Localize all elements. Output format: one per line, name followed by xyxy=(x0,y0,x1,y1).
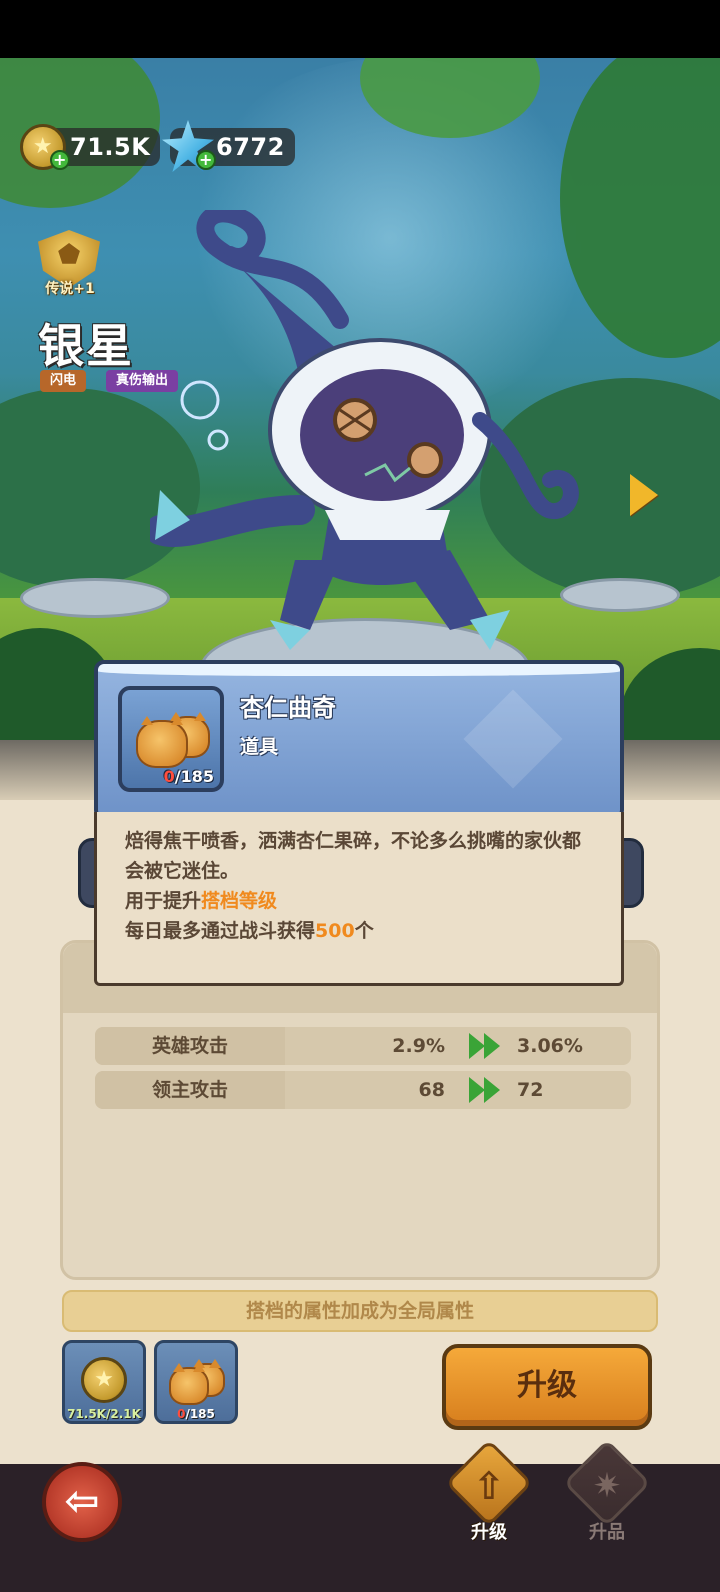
stat-current-value: 2.9% xyxy=(392,1035,445,1057)
stat-row: 英雄攻击 2.9% 3.06% xyxy=(95,1027,631,1065)
cookie-cost-text: 0/185 xyxy=(157,1407,235,1421)
item-frame: 0/185 xyxy=(118,686,224,792)
upgrade-arrow-icon: ⇧ xyxy=(473,1464,505,1508)
double-arrow-icon xyxy=(469,1077,503,1103)
stat-name: 英雄攻击 xyxy=(95,1027,285,1065)
nav-upgrade-label: 升级 xyxy=(471,1522,507,1543)
nav-upgrade[interactable]: ⇧ 升级 xyxy=(444,1439,534,1562)
plus-icon[interactable]: + xyxy=(196,150,216,170)
limit-prefix: 每日最多通过战斗获得 xyxy=(125,920,316,942)
crystal-currency[interactable]: + 6772 xyxy=(162,120,295,172)
gold-currency[interactable]: + 71.5K xyxy=(20,124,161,170)
item-name: 杏仁曲奇 xyxy=(240,694,336,722)
gold-cost-slot[interactable]: 71.5K/2.1K xyxy=(62,1340,146,1424)
usage-prefix: 用于提升 xyxy=(125,890,202,912)
item-tooltip[interactable]: 0/185 杏仁曲奇 道具 焙得焦干喷香，洒满杏仁果碎，不论多么挑嘴的家伙都会被… xyxy=(94,660,624,986)
nav-rankup[interactable]: ✷ 升品 xyxy=(562,1439,652,1562)
usage-highlight: 搭档等级 xyxy=(201,890,278,912)
stat-name: 领主攻击 xyxy=(95,1071,285,1109)
upgrade-button[interactable]: 升级 xyxy=(442,1344,652,1430)
stat-next-value: 72 xyxy=(517,1079,544,1101)
back-arrow-icon[interactable] xyxy=(42,1462,122,1542)
item-count: 0/185 xyxy=(122,767,220,786)
plus-icon[interactable]: + xyxy=(50,150,70,170)
global-attribute-note: 搭档的属性加成为全局属性 xyxy=(62,1290,658,1332)
rank-badge[interactable]: 传说+1 xyxy=(32,230,108,297)
limit-suffix: 个 xyxy=(354,920,374,942)
next-arrow-icon[interactable] xyxy=(626,470,664,520)
item-usage: 用于提升搭档等级 xyxy=(125,886,595,916)
cookie-need: /185 xyxy=(185,1407,215,1421)
nav-rankup-label: 升品 xyxy=(589,1522,625,1543)
gold-cost-text: 71.5K/2.1K xyxy=(67,1407,141,1421)
gold-coin-icon xyxy=(81,1357,127,1403)
tooltip-header: 0/185 杏仁曲奇 道具 xyxy=(94,660,624,820)
role-tag: 真伤输出 xyxy=(106,370,179,392)
stat-row: 领主攻击 68 72 xyxy=(95,1071,631,1109)
tooltip-body: 焙得焦干喷香，洒满杏仁果碎，不论多么挑嘴的家伙都会被它迷住。 用于提升搭档等级 … xyxy=(94,812,624,986)
rank-label: 传说+1 xyxy=(45,281,95,297)
status-bar xyxy=(0,0,720,58)
item-count-need: /185 xyxy=(174,767,214,786)
stat-next-value: 3.06% xyxy=(517,1035,583,1057)
item-count-have: 0 xyxy=(163,767,175,786)
stat-current-value: 68 xyxy=(418,1079,445,1101)
double-arrow-icon xyxy=(469,1033,503,1059)
gold-amount: 71.5K xyxy=(70,133,151,161)
limit-value: 500 xyxy=(315,920,355,942)
stats-box: 英雄攻击 2.9% 3.06% 领主攻击 68 72 xyxy=(60,940,660,1280)
stepping-stone xyxy=(20,578,170,618)
item-description: 焙得焦干喷香，洒满杏仁果碎，不论多么挑嘴的家伙都会被它迷住。 xyxy=(125,830,582,882)
crystal-amount: 6772 xyxy=(216,133,285,161)
rankup-gear-icon: ✷ xyxy=(592,1466,622,1506)
cookie-cost-slot[interactable]: 0/185 xyxy=(154,1340,238,1424)
element-tag: 闪电 xyxy=(40,370,87,392)
hero-character-art xyxy=(150,210,579,650)
frost-decoration xyxy=(463,689,563,789)
item-type: 道具 xyxy=(240,736,279,758)
item-daily-limit: 每日最多通过战斗获得500个 xyxy=(125,916,595,946)
hero-name: 银星 xyxy=(38,319,134,373)
